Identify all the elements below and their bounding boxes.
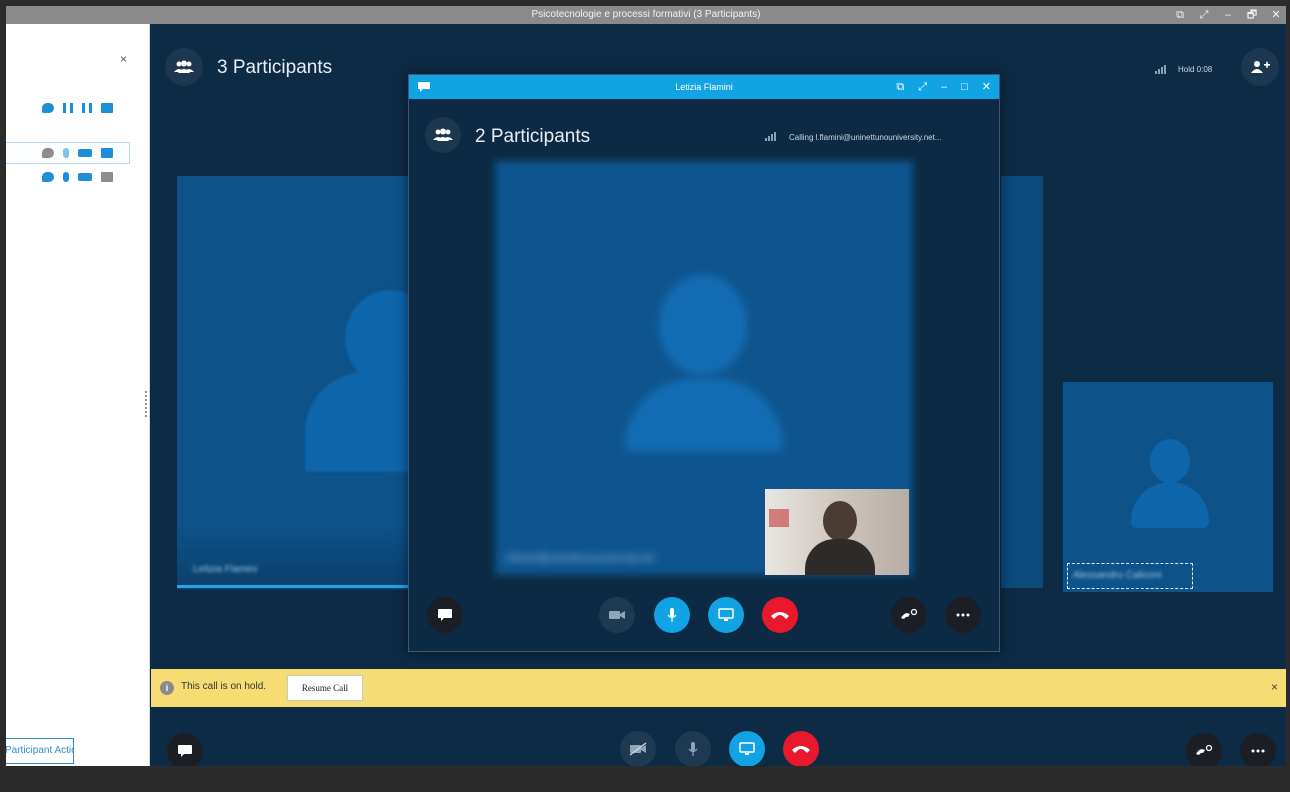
call-controls-button[interactable] (1186, 733, 1222, 766)
participant-row-1-actions (42, 148, 113, 158)
side-panel-close-icon[interactable]: × (120, 52, 127, 66)
chat-bubble-icon[interactable] (42, 148, 54, 158)
monitor-present-icon (718, 608, 734, 621)
window-restore-icon[interactable]: 🗗 (1246, 6, 1258, 24)
popup-present-button[interactable] (708, 597, 744, 633)
ellipsis-icon (956, 613, 970, 617)
monitor-present-icon (739, 742, 755, 755)
popup-minimize-icon[interactable]: – (941, 75, 947, 99)
participant-video-tile-center[interactable] (1001, 176, 1043, 588)
call-controls-bar (151, 707, 1286, 766)
participant-row-2-actions (42, 172, 113, 182)
popup-close-icon[interactable]: ✕ (982, 75, 991, 99)
info-icon: i (160, 681, 174, 695)
popup-microphone-button[interactable] (654, 597, 690, 633)
participant-actions-button[interactable]: Participant Actions (6, 738, 74, 764)
hold-bar-close-icon[interactable]: × (1271, 680, 1278, 694)
avatar-body (1131, 482, 1209, 528)
video-off-button[interactable] (620, 731, 656, 766)
add-person-button[interactable] (1241, 48, 1279, 86)
chat-bubble-icon[interactable] (42, 103, 54, 113)
signal-strength-icon (1155, 64, 1167, 76)
hold-timer: Hold 0:08 (1178, 65, 1213, 74)
all-participants-action-row (42, 103, 113, 113)
speaking-indicator (177, 585, 409, 588)
video-camera-icon[interactable] (78, 149, 92, 157)
popup-more-options-button[interactable] (945, 597, 981, 633)
chat-bubble-icon[interactable] (42, 172, 54, 182)
self-avatar-head (823, 501, 857, 541)
microphone-icon[interactable] (63, 172, 69, 182)
popup-participants-title: 2 Participants (475, 126, 591, 147)
signal-strength-icon (765, 131, 777, 143)
participants-icon[interactable] (165, 48, 203, 86)
phone-transfer-icon (1196, 744, 1213, 755)
chat-bubble-icon (178, 745, 192, 757)
popup-video-button[interactable] (599, 597, 635, 633)
phone-hangup-icon (771, 612, 789, 619)
phone-hangup-icon (792, 746, 810, 753)
screen-frame: Psicotecnologie e processi formativi (3 … (0, 0, 1290, 792)
self-video-preview[interactable] (765, 489, 909, 575)
skype-logo-icon (418, 82, 430, 92)
avatar-head (659, 275, 747, 375)
chat-button[interactable] (167, 733, 203, 766)
monitor-present-icon[interactable] (101, 103, 113, 113)
window-fullscreen-icon[interactable]: ⤢ (1198, 6, 1210, 24)
popup-maximize-icon[interactable]: □ (961, 75, 968, 99)
add-person-icon (1251, 61, 1270, 73)
hold-notification-bar: i This call is on hold. Resume Call × (151, 669, 1286, 707)
hold-message: This call is on hold. (181, 681, 267, 692)
microphone-icon[interactable] (63, 148, 69, 158)
window-minimize-icon[interactable]: – (1222, 6, 1234, 24)
popup-chat-button[interactable] (427, 597, 463, 633)
phone-transfer-icon (901, 608, 918, 619)
secondary-call-window: Letizia Flamini ⧉ ⤢ – □ ✕ 2 Participants… (408, 74, 1000, 652)
participants-icon[interactable] (425, 117, 461, 153)
popup-title: Letizia Flamini (675, 82, 733, 92)
ellipsis-icon (1251, 749, 1265, 753)
window-titlebar: Psicotecnologie e processi formativi (3 … (6, 6, 1286, 24)
panel-resize-handle[interactable] (145, 391, 148, 417)
participant-video-tile-left[interactable]: Letizia Flamini (177, 176, 435, 590)
popup-call-controls-button[interactable] (891, 597, 927, 633)
participants-count-title: 3 Participants (217, 57, 333, 78)
monitor-present-icon[interactable] (101, 172, 113, 182)
monitor-present-icon[interactable] (101, 148, 113, 158)
window-dock-icon[interactable]: ⧉ (1174, 6, 1186, 24)
popup-titlebar: Letizia Flamini ⧉ ⤢ – □ ✕ (409, 75, 999, 99)
more-options-button[interactable] (1240, 733, 1276, 766)
avatar-head (1150, 439, 1190, 483)
participant-name-right: Alessandro Caliconi (1073, 570, 1162, 581)
video-camera-icon (609, 611, 625, 619)
video-camera-off-icon (629, 742, 647, 756)
popup-fullscreen-icon[interactable]: ⤢ (918, 75, 927, 99)
microphone-icon (667, 608, 677, 622)
chat-bubble-icon (438, 609, 452, 621)
window-controls: ⧉ ⤢ – 🗗 ✕ (1174, 6, 1282, 24)
hang-up-button[interactable] (783, 731, 819, 766)
window-close-icon[interactable]: ✕ (1270, 6, 1282, 24)
popup-window-controls: ⧉ ⤢ – □ ✕ (896, 75, 991, 99)
resume-call-button[interactable]: Resume Call (287, 675, 363, 701)
window-title: Psicotecnologie e processi formativi (3 … (531, 9, 761, 20)
present-button[interactable] (729, 731, 765, 766)
pause-video-icon[interactable] (82, 103, 92, 113)
microphone-icon (688, 742, 698, 756)
popup-dock-icon[interactable]: ⧉ (896, 75, 904, 99)
participant-name-left: Letizia Flamini (193, 564, 257, 575)
microphone-button[interactable] (675, 731, 711, 766)
participant-video-tile-right[interactable]: Alessandro Caliconi (1063, 382, 1273, 592)
participants-side-panel: × Participant Actions (6, 24, 150, 766)
pause-audio-icon[interactable] (63, 103, 73, 113)
popup-caller-address: l.flamini@uninettunouniversity.net (505, 553, 654, 564)
video-camera-icon[interactable] (78, 173, 92, 181)
popup-hang-up-button[interactable] (762, 597, 798, 633)
calling-status: Calling l.flamini@uninettunouniversity.n… (789, 133, 942, 142)
avatar-body (625, 379, 783, 451)
